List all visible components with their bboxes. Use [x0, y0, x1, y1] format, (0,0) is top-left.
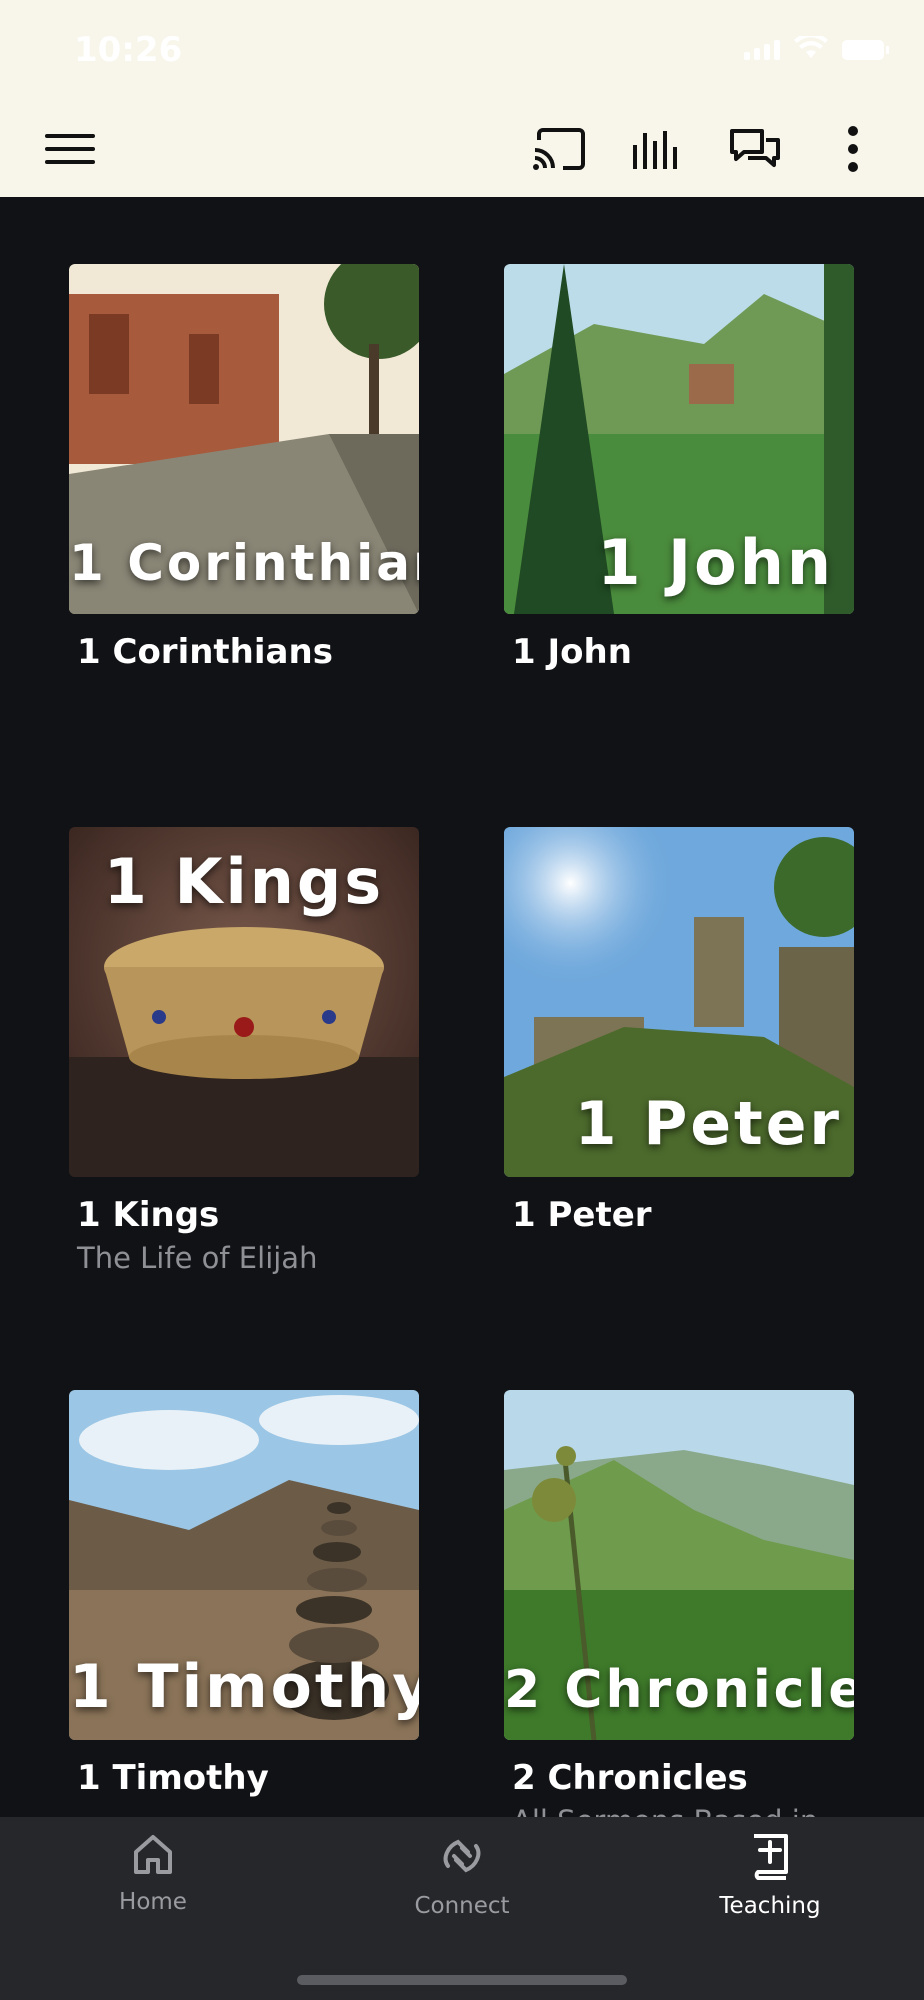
app-bar [0, 100, 924, 197]
cover-title: 1 Peter [574, 1089, 842, 1159]
tab-label: Home [119, 1889, 187, 1915]
connect-icon [443, 1839, 481, 1873]
bible-plus-icon [754, 1834, 788, 1880]
tab-label: Teaching [719, 1893, 821, 1919]
series-subtitle: All Sermons Based in [512, 1804, 856, 1817]
bottom-tab-bar: Home Connect Teaching [0, 1817, 924, 2000]
series-title: 1 Corinthians [77, 632, 333, 672]
series-thumbnail[interactable]: 1 John [504, 264, 854, 614]
series-title: 1 Peter [512, 1195, 652, 1235]
series-thumbnail[interactable]: 1 Kings [69, 827, 419, 1177]
series-title: 1 Timothy [77, 1758, 269, 1798]
more-vertical-icon[interactable] [826, 122, 880, 176]
cover-title: 1 John [597, 526, 834, 599]
series-thumbnail[interactable]: 1 Timothy [69, 1390, 419, 1740]
series-grid: 1 Corinthians 1 Corinthians 1 John 1 Joh… [0, 197, 924, 1817]
tab-label: Connect [414, 1893, 510, 1919]
hamburger-menu-icon[interactable] [43, 122, 97, 176]
tab-teaching[interactable]: Teaching [670, 1832, 870, 1919]
series-thumbnail[interactable]: 1 Peter [504, 827, 854, 1177]
series-subtitle: The Life of Elijah [77, 1241, 318, 1275]
wifi-icon [794, 36, 828, 58]
series-title: 1 Kings [77, 1195, 220, 1235]
status-icons [744, 36, 889, 60]
tab-connect[interactable]: Connect [362, 1832, 562, 1919]
series-title: 2 Chronicles [512, 1758, 748, 1798]
cover-title: 1 Timothy [69, 1652, 419, 1722]
cast-icon[interactable] [532, 122, 586, 176]
series-card-1-peter[interactable]: 1 Peter 1 Peter [504, 827, 856, 1235]
status-time: 10:26 [74, 30, 183, 70]
series-card-1-kings[interactable]: 1 Kings 1 Kings The Life of Elijah [69, 827, 421, 1275]
cover-title: 2 Chronicles [504, 1660, 854, 1720]
tab-home[interactable]: Home [53, 1832, 253, 1915]
home-icon [134, 1835, 172, 1874]
cover-title: 1 Corinthians [69, 534, 419, 592]
series-thumbnail[interactable]: 1 Corinthians [69, 264, 419, 614]
status-bar: 10:26 [0, 0, 924, 100]
series-card-1-corinthians[interactable]: 1 Corinthians 1 Corinthians [69, 264, 421, 672]
cellular-signal-icon [744, 40, 780, 60]
series-thumbnail[interactable]: 2 Chronicles [504, 1390, 854, 1740]
home-indicator[interactable] [297, 1975, 627, 1985]
chat-icon[interactable] [728, 122, 782, 176]
audio-bars-icon[interactable] [630, 122, 684, 176]
series-card-1-timothy[interactable]: 1 Timothy 1 Timothy [69, 1390, 421, 1798]
cover-title: 1 Kings [103, 845, 385, 918]
battery-icon [842, 40, 889, 60]
series-card-1-john[interactable]: 1 John 1 John [504, 264, 856, 672]
series-card-2-chronicles[interactable]: 2 Chronicles 2 Chronicles All Sermons Ba… [504, 1390, 856, 1817]
series-title: 1 John [512, 632, 632, 672]
